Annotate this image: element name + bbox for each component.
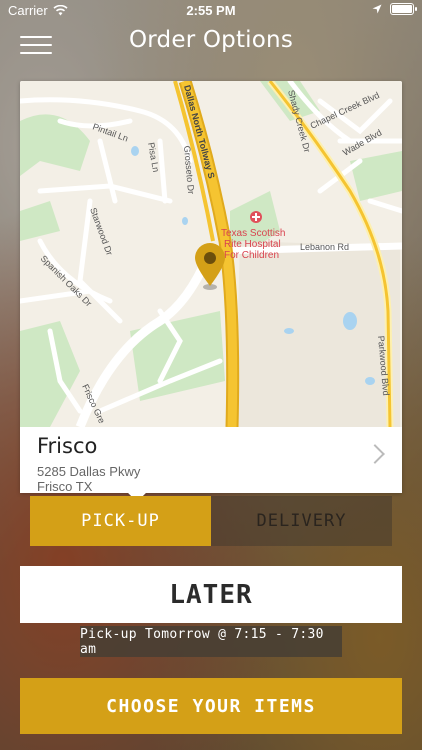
pickup-time-label: Pick-up Tomorrow @ 7:15 - 7:30 am [80,626,342,657]
nav-bar: Order Options [0,22,422,66]
battery-icon [390,3,417,15]
store-card: Pintail Ln Pisa Ln Grosseto Dr Starwood … [20,81,402,502]
store-address-line1: 5285 Dallas Pkwy [37,464,141,479]
hospital-label: For Children [224,250,279,261]
delivery-button[interactable]: DELIVERY [211,496,392,546]
hospital-icon [250,211,262,223]
chevron-right-icon [365,444,385,464]
store-location-row[interactable]: Frisco 5285 Dallas Pkwy Frisco TX [20,427,402,494]
map-view[interactable]: Pintail Ln Pisa Ln Grosseto Dr Starwood … [20,81,402,427]
order-type-toggle: PICK-UP DELIVERY [30,496,392,546]
store-name: Frisco [37,434,98,458]
choose-items-button[interactable]: CHOOSE YOUR ITEMS [20,678,402,734]
store-address-line2: Frisco TX [37,479,93,494]
location-arrow-icon [372,4,382,14]
later-button[interactable]: LATER [20,566,402,623]
status-bar: Carrier 2:55 PM [0,0,422,22]
street-label: Lebanon Rd [300,242,349,252]
page-title: Order Options [128,27,293,53]
status-time: 2:55 PM [186,3,236,18]
hospital-label: Rite Hospital [224,239,281,250]
hospital-label: Texas Scottish [221,228,285,239]
pickup-button[interactable]: PICK-UP [30,496,211,546]
status-right [372,3,417,15]
